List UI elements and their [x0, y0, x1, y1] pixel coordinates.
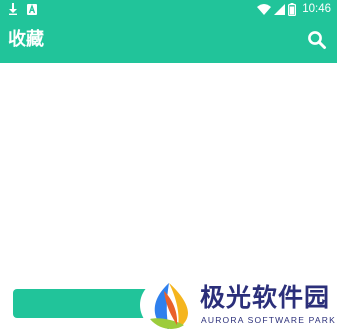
search-icon: [308, 31, 326, 49]
aurora-logo-icon: [150, 283, 188, 329]
notification-a-icon: [27, 3, 37, 15]
page-title: 收藏: [8, 29, 44, 50]
signal-icon: [274, 3, 286, 15]
status-time: 10:46: [302, 3, 331, 15]
watermark: 极光软件园 AURORA SOFTWARE PARK: [140, 279, 337, 331]
status-bar: 10:46: [0, 0, 337, 18]
app-bar: 收藏: [0, 18, 337, 63]
wifi-icon: [257, 3, 272, 15]
status-bar-left: [8, 2, 37, 16]
download-icon: [9, 3, 17, 15]
status-bar-right: 10:46: [257, 1, 331, 17]
watermark-name: 极光软件园: [200, 283, 331, 312]
watermark-subtitle: AURORA SOFTWARE PARK: [201, 315, 336, 325]
battery-icon: [288, 2, 297, 16]
search-button[interactable]: [307, 30, 327, 50]
